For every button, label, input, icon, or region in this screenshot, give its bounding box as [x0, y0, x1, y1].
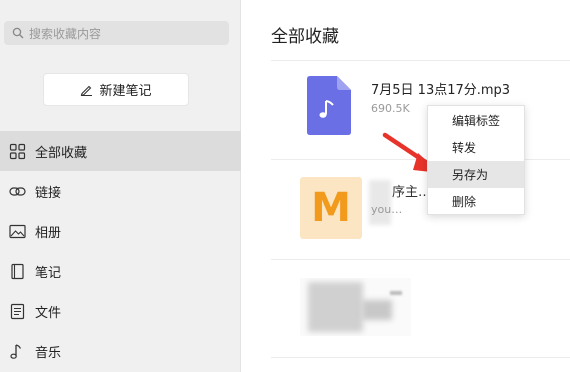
- context-menu: 编辑标签 转发 另存为 删除: [427, 105, 525, 215]
- menu-item-forward[interactable]: 转发: [428, 134, 524, 161]
- menu-item-save-as[interactable]: 另存为: [428, 161, 524, 188]
- menu-item-edit-tags[interactable]: 编辑标签: [428, 107, 524, 134]
- menu-item-delete[interactable]: 删除: [428, 188, 524, 215]
